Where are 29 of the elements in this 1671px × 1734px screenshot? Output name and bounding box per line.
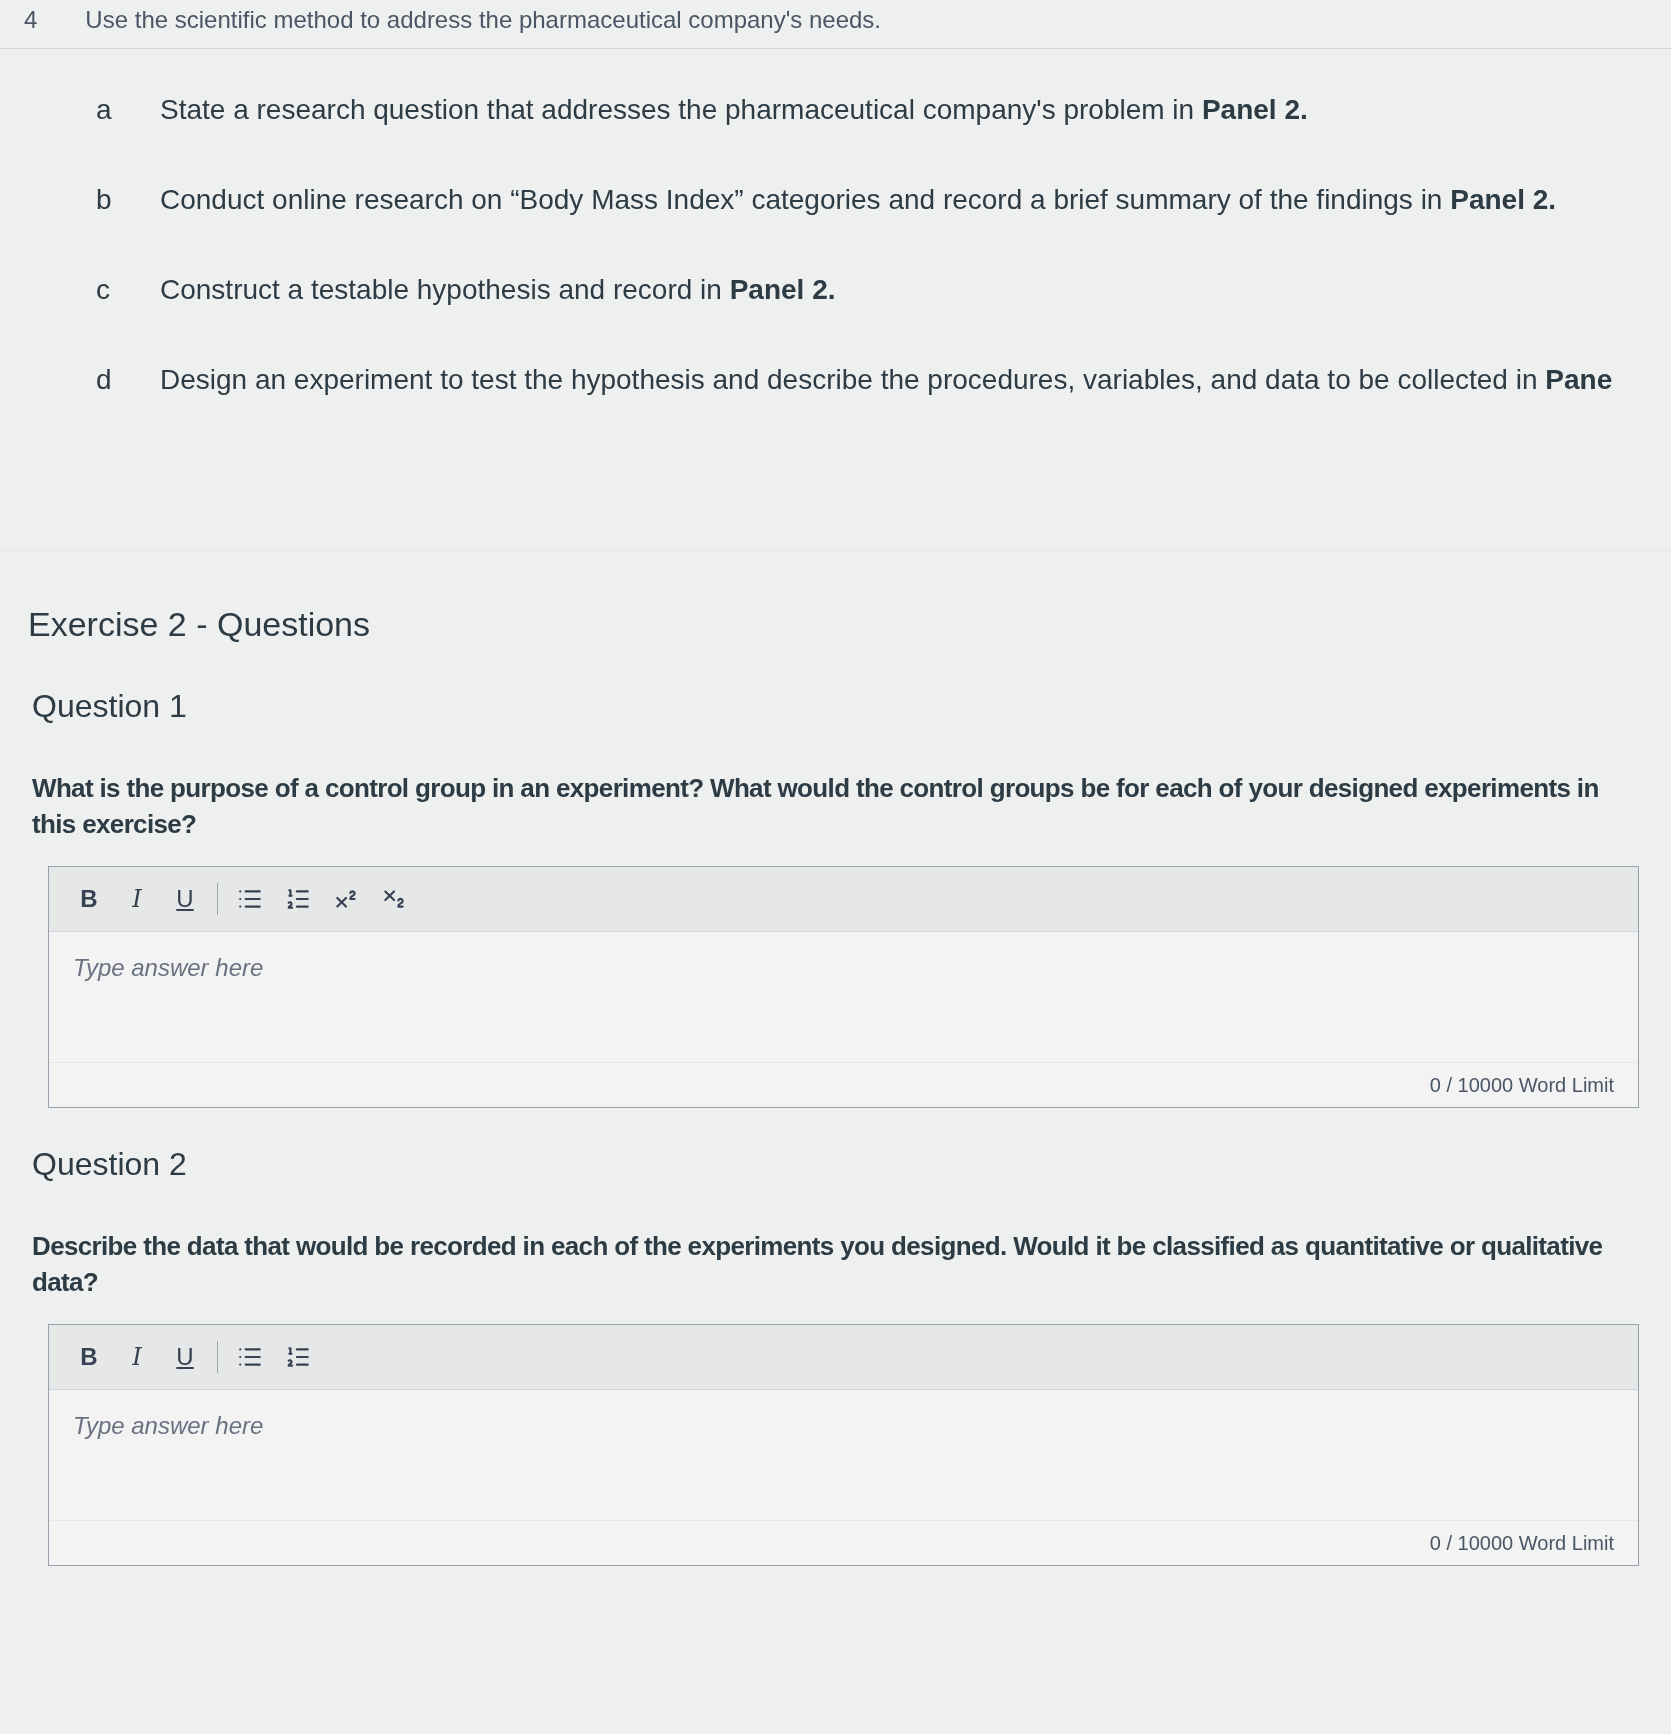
word-count: 0 / 10000 Word Limit <box>1429 1531 1614 1556</box>
subtask-text: Design an experiment to test the hypothesis and describe the procedures, variables, and data to be collected in Pane <box>160 363 1613 397</box>
answer-field[interactable]: Type answer here <box>49 1390 1638 1520</box>
answer-field[interactable]: Type answer here <box>49 932 1638 1062</box>
underline-button[interactable]: U <box>161 879 209 919</box>
answer-editor[interactable]: B I U Type answer here 0 / 10000 Word Limit <box>48 1324 1639 1566</box>
numbered-list-icon <box>285 1344 311 1370</box>
subtask-letter: c <box>96 273 111 307</box>
subtask-letter: a <box>96 93 113 127</box>
section-title: Exercise 2 - Questions <box>27 604 372 645</box>
question-prompt: What is the purpose of a control group in an experiment? What would the control groups be for each of your designed experiments in this exercise? <box>32 772 1600 841</box>
subtask-text: Construct a testable hypothesis and record in Panel 2. <box>160 273 836 307</box>
task-text: Use the scientific method to address the pharmaceutical company's needs. <box>85 5 882 35</box>
question-title: Question 2 <box>32 1145 188 1184</box>
subtask-text: State a research question that addresses the pharmaceutical company's problem in Panel 2. <box>160 93 1308 127</box>
task-number: 4 <box>24 5 38 35</box>
italic-button[interactable]: I <box>113 879 161 919</box>
question-title: Question 1 <box>32 687 188 726</box>
numbered-list-icon <box>285 886 311 912</box>
word-count: 0 / 10000 Word Limit <box>1429 1073 1614 1098</box>
subtask-text: Conduct online research on “Body Mass Index” categories and record a brief summary of the findings in Panel 2. <box>160 183 1557 217</box>
answer-editor[interactable]: B I U Type answer here 0 / 10000 Word Limit <box>48 866 1639 1108</box>
bold-button[interactable]: B <box>65 879 113 919</box>
bold-button[interactable]: B <box>65 1337 113 1377</box>
question-prompt: Describe the data that would be recorded in each of the experiments you designed. Would it be classified as quantitative or qualitative data? <box>32 1230 1604 1299</box>
italic-button[interactable]: I <box>113 1337 161 1377</box>
subtask-letter: d <box>96 363 113 397</box>
underline-button[interactable]: U <box>161 1337 209 1377</box>
subtask-letter: b <box>96 183 113 217</box>
